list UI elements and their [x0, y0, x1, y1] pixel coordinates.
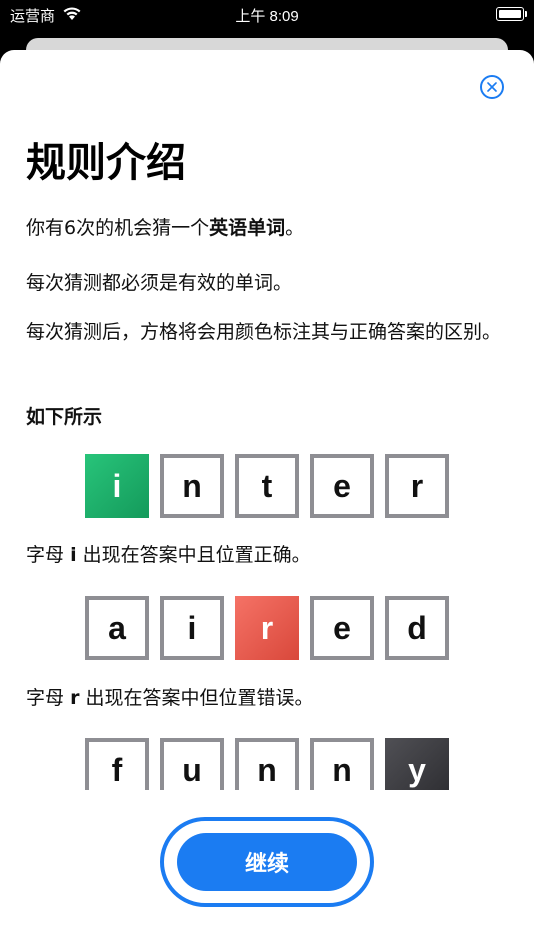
tile: r: [385, 454, 449, 518]
tile: n: [160, 454, 224, 518]
tile: u: [160, 738, 224, 790]
tile: e: [310, 454, 374, 518]
tile: y: [385, 738, 449, 790]
example-row-funny-clip: f u n n y: [0, 738, 534, 790]
continue-label[interactable]: 继续: [177, 833, 357, 891]
tile: a: [85, 596, 149, 660]
close-icon: [487, 82, 497, 92]
rule-valid-word-text: 每次猜测都必须是有效的单词。: [26, 272, 293, 294]
tile: n: [235, 738, 299, 790]
page-title: 规则介绍: [26, 140, 186, 186]
tile: r: [235, 596, 299, 660]
example-row-inter: i n t e r: [85, 454, 449, 518]
tile: f: [85, 738, 149, 790]
rule-color-hint-text: 每次猜测后，方格将会用颜色标注其与正确答案的区别。: [26, 321, 502, 343]
battery-icon: [496, 7, 527, 21]
example-row-funny: f u n n y: [85, 738, 449, 790]
tile: i: [85, 454, 149, 518]
close-button[interactable]: [480, 75, 504, 99]
status-time: 上午 8:09: [235, 8, 299, 25]
example2-caption: 字母 r 出现在答案中但位置错误。: [26, 687, 314, 709]
example-row-aired: a i r e d: [85, 596, 449, 660]
tile: d: [385, 596, 449, 660]
tile: i: [160, 596, 224, 660]
tile: t: [235, 454, 299, 518]
status-bar: 运营商 上午 8:09: [0, 0, 534, 30]
examples-heading: 如下所示: [26, 406, 103, 428]
rules-sheet: 规则介绍 你有6次的机会猜一个英语单词。 每次猜测都必须是有效的单词。 每次猜测…: [0, 50, 534, 950]
tile: n: [310, 738, 374, 790]
rule-attempts-text: 你有6次的机会猜一个英语单词。: [26, 217, 305, 239]
continue-button[interactable]: 继续: [160, 817, 374, 907]
example1-caption: 字母 i 出现在答案中且位置正确。: [26, 544, 311, 566]
tile: e: [310, 596, 374, 660]
english-word-emphasis: 英语单词: [209, 217, 286, 239]
